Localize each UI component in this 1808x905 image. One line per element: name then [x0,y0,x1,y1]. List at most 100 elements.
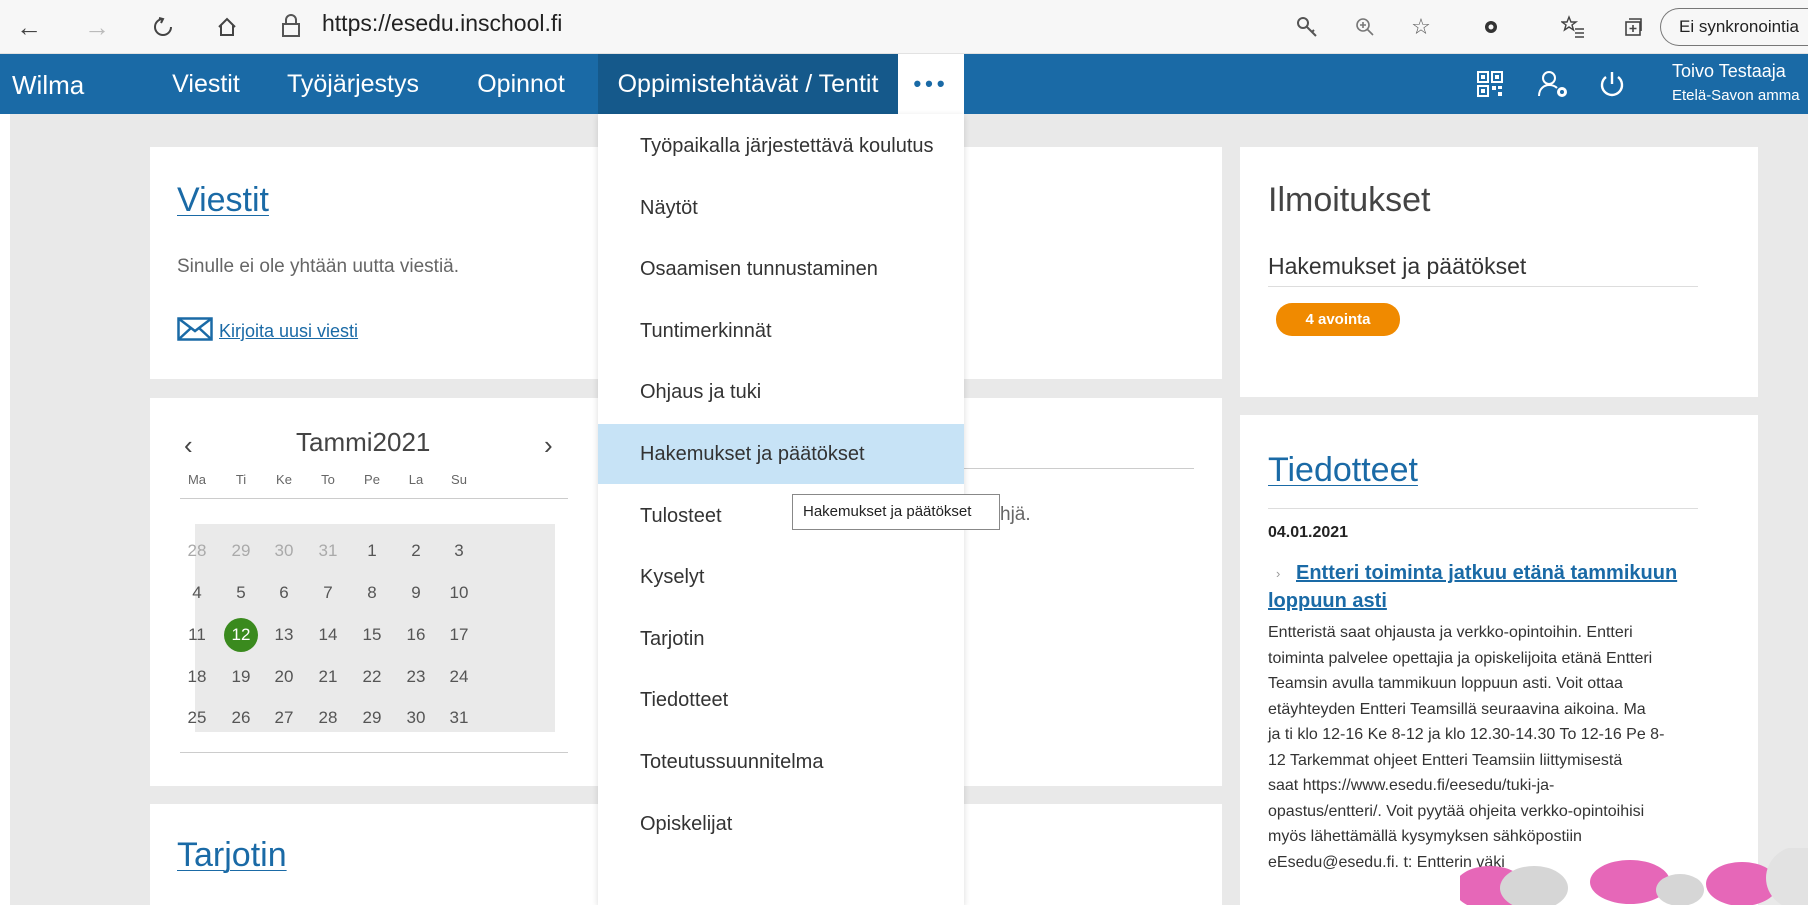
calendar-day[interactable]: 6 [267,576,301,610]
new-message-link[interactable]: Kirjoita uusi viesti [219,321,358,342]
calendar-day[interactable]: 22 [355,660,389,694]
calendar-day[interactable]: 29 [355,701,389,735]
calendar-day[interactable]: 31 [442,701,476,735]
news-body-line: ja ti klo 12-16 Ke 8-12 ja klo 12.30-14.… [1268,726,1665,743]
calendar-day[interactable]: 5 [224,576,258,610]
calendar-day[interactable]: 4 [180,576,214,610]
news-title-link[interactable]: Tiedotteet [1268,451,1418,490]
weekday-label: Su [451,472,467,487]
calendar-day[interactable]: 7 [311,576,345,610]
calendar-day[interactable]: 27 [267,701,301,735]
offering-title-link[interactable]: Tarjotin [177,836,287,875]
notifications-subtitle[interactable]: Hakemukset ja päätökset [1268,253,1526,280]
calendar-day[interactable]: 30 [267,534,301,568]
user-settings-icon[interactable] [1534,64,1574,104]
calendar-month-label: Tammi2021 [296,427,431,457]
dropdown-item[interactable]: Tiedotteet [598,670,964,730]
home-icon[interactable] [212,12,242,42]
middle-card-text: hjä. [1000,504,1031,525]
calendar-day[interactable]: 29 [224,534,258,568]
calendar-day[interactable]: 25 [180,701,214,735]
zoom-icon[interactable] [1350,12,1380,42]
notifications-divider [1268,286,1698,287]
weekday-label: Ti [235,472,247,487]
calendar-day[interactable]: 13 [267,618,301,652]
news-body: Entteristä saat ohjausta ja verkko-opint… [1268,620,1708,875]
calendar-day[interactable]: 17 [442,618,476,652]
envelope-icon [177,317,213,346]
favorites-list-icon[interactable] [1558,12,1588,42]
weekday-label: Ke [276,472,292,487]
dropdown-item[interactable]: Hakemukset ja päätökset [598,424,964,484]
news-headline-link-line2[interactable]: loppuun asti [1268,590,1387,613]
calendar-day[interactable]: 30 [399,701,433,735]
no-messages-text: Sinulle ei ole yhtään uutta viestiä. [177,256,460,277]
dropdown-item[interactable]: Kyselyt [598,547,964,607]
sync-button[interactable]: Ei synkronointia [1660,8,1808,46]
weekday-label: Ma [187,472,207,487]
news-body-line: Teamsin avulla tammikuun loppuun asti. V… [1268,675,1623,692]
calendar-day[interactable]: 3 [442,534,476,568]
calendar-day[interactable]: 28 [311,701,345,735]
calendar-day[interactable]: 21 [311,660,345,694]
calendar-day[interactable]: 18 [180,660,214,694]
calendar-day[interactable]: 12 [224,618,258,652]
calendar-day[interactable]: 23 [399,660,433,694]
qr-code-icon[interactable] [1470,64,1510,104]
calendar-day[interactable]: 19 [224,660,258,694]
calendar-day[interactable]: 11 [180,618,214,652]
address-bar[interactable]: https://esedu.inschool.fi [322,10,562,37]
user-name[interactable]: Toivo Testaaja [1672,61,1786,82]
dropdown-item[interactable]: Näytöt [598,178,964,238]
news-date: 04.01.2021 [1268,524,1349,541]
calendar-day[interactable]: 9 [399,576,433,610]
calendar-day[interactable]: 1 [355,534,389,568]
calendar-day[interactable]: 15 [355,618,389,652]
new-message-row[interactable]: Kirjoita uusi viesti [177,317,358,346]
nav-tyojarjestys[interactable]: Työjärjestys [260,54,446,114]
logout-power-icon[interactable] [1592,64,1632,104]
dropdown-item[interactable]: Osaamisen tunnustaminen [598,239,964,299]
refresh-icon[interactable] [148,12,178,42]
news-headline-link-line1[interactable]: Entteri toiminta jatkuu etänä tammikuun [1296,562,1677,585]
dropdown-item[interactable]: Ohjaus ja tuki [598,362,964,422]
calendar-next-icon[interactable]: › [544,430,553,461]
news-body-line: toiminta palvelee opettajia ja opiskelij… [1268,649,1653,667]
lock-icon[interactable] [280,14,302,43]
wilma-logo[interactable]: Wilma [12,70,84,101]
key-icon[interactable] [1292,12,1322,42]
back-icon[interactable]: ← [14,12,44,42]
weekday-label: Pe [364,472,380,487]
news-body-line: etäyhteyden Entteri Teamsillä seuraavina… [1268,700,1646,718]
calendar-prev-icon[interactable]: ‹ [184,430,193,461]
open-applications-badge[interactable]: 4 avointa [1276,303,1400,336]
middle-card-divider [964,468,1194,469]
collections-icon[interactable] [1618,12,1648,42]
nav-oppimistehtavat[interactable]: Oppimistehtävät / Tentit [598,54,898,114]
calendar-day[interactable]: 10 [442,576,476,610]
calendar-day[interactable]: 2 [399,534,433,568]
dropdown-item[interactable]: Tarjotin [598,609,964,669]
calendar-day[interactable]: 20 [267,660,301,694]
calendar-day[interactable]: 24 [442,660,476,694]
calendar-day[interactable]: 26 [224,701,258,735]
calendar-day[interactable]: 28 [180,534,214,568]
favorite-star-icon[interactable]: ☆ [1406,12,1436,42]
news-body-line: saat https://www.esedu.fi/eesedu/tuki-ja… [1268,777,1555,794]
nav-opinnot[interactable]: Opinnot [446,54,596,114]
forward-icon[interactable]: → [82,12,112,42]
calendar-day[interactable]: 16 [399,618,433,652]
nav-viestit[interactable]: Viestit [152,54,260,114]
calendar-day[interactable]: 14 [311,618,345,652]
dropdown-item[interactable]: Työpaikalla järjestettävä koulutus [598,116,964,176]
news-body-line: opastus/entteri/. Voit pyytää ohjeita ve… [1268,802,1645,820]
dropdown-item[interactable]: Opiskelijat [598,794,964,854]
news-divider [1268,508,1698,509]
extension-icon[interactable] [1476,12,1506,42]
calendar-day[interactable]: 31 [311,534,345,568]
dropdown-item[interactable]: Tuntimerkinnät [598,301,964,361]
messages-title-link[interactable]: Viestit [177,181,269,220]
dropdown-item[interactable]: Toteutussuunnitelma [598,732,964,792]
calendar-day[interactable]: 8 [355,576,389,610]
more-menu-button[interactable]: ••• [898,54,964,114]
